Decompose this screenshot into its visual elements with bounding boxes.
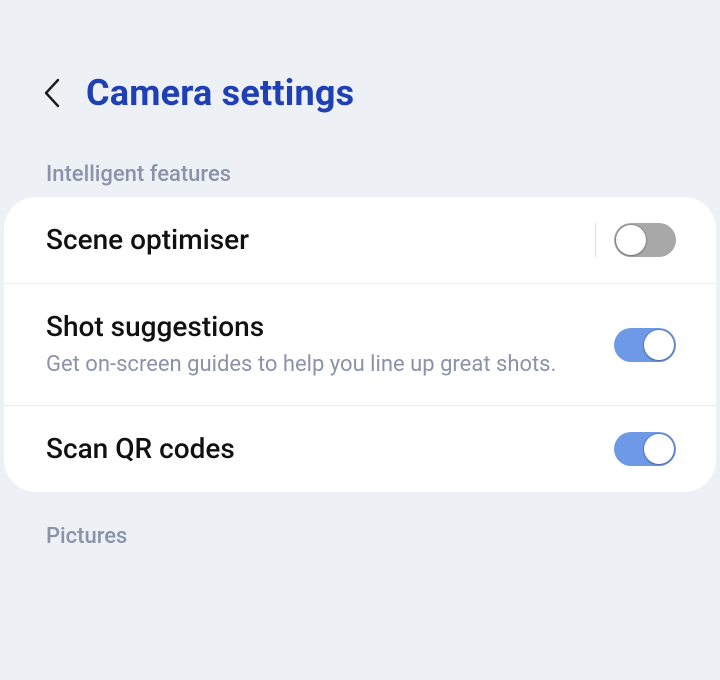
chevron-left-icon — [41, 78, 65, 108]
page-title: Camera settings — [86, 72, 354, 114]
settings-card-intelligent: Scene optimiser Shot suggestions Get on-… — [4, 197, 716, 492]
header-bar: Camera settings — [0, 0, 720, 162]
row-shot-suggestions[interactable]: Shot suggestions Get on-screen guides to… — [4, 283, 716, 405]
row-title: Scene optimiser — [46, 223, 571, 257]
toggle-scene-optimiser[interactable] — [614, 223, 676, 257]
row-scene-optimiser[interactable]: Scene optimiser — [4, 197, 716, 283]
row-scan-qr[interactable]: Scan QR codes — [4, 405, 716, 492]
section-label-pictures: Pictures — [0, 492, 720, 559]
vertical-divider — [595, 223, 596, 257]
back-button[interactable] — [40, 80, 66, 106]
toggle-shot-suggestions[interactable] — [614, 328, 676, 362]
row-title: Shot suggestions — [46, 310, 590, 344]
section-label-intelligent-features: Intelligent features — [0, 162, 720, 197]
toggle-scan-qr[interactable] — [614, 432, 676, 466]
row-subtitle: Get on-screen guides to help you line up… — [46, 350, 590, 380]
row-title: Scan QR codes — [46, 432, 590, 466]
